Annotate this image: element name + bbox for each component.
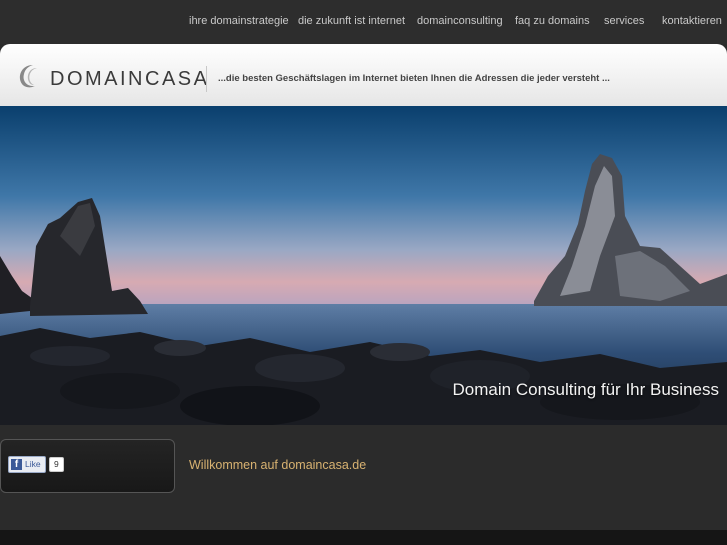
site-tagline: ...die besten Geschäftslagen im Internet… xyxy=(218,73,610,84)
domaincasa-logo-icon[interactable] xyxy=(13,62,41,90)
social-box: f Like 9 xyxy=(0,439,175,493)
facebook-icon: f xyxy=(11,459,22,470)
facebook-like-label: Like xyxy=(25,459,41,469)
nav-item-domainconsulting[interactable]: domainconsulting xyxy=(417,15,503,27)
header-divider xyxy=(206,66,207,92)
nav-item-faq-domains[interactable]: faq zu domains xyxy=(515,15,590,27)
welcome-heading: Willkommen auf domaincasa.de xyxy=(189,458,367,472)
hero-banner: Domain Consulting für Ihr Business xyxy=(0,106,727,425)
top-navigation: ihre domainstrategie die zukunft ist int… xyxy=(0,0,727,44)
nav-item-domainstrategie[interactable]: ihre domainstrategie xyxy=(189,15,289,27)
site-header: DOMAINCASA ...die besten Geschäftslagen … xyxy=(0,44,727,106)
nav-item-zukunft-internet[interactable]: die zukunft ist internet xyxy=(298,15,405,27)
hero-seascape-image xyxy=(0,106,727,425)
facebook-like-count: 9 xyxy=(49,457,64,472)
nav-item-services[interactable]: services xyxy=(604,15,644,27)
hero-caption: Domain Consulting für Ihr Business xyxy=(452,380,719,399)
nav-item-kontaktieren[interactable]: kontaktieren xyxy=(662,15,722,27)
facebook-like-button[interactable]: f Like xyxy=(8,456,46,473)
page-footer xyxy=(0,530,727,545)
site-logo-text[interactable]: DOMAINCASA xyxy=(50,68,209,91)
